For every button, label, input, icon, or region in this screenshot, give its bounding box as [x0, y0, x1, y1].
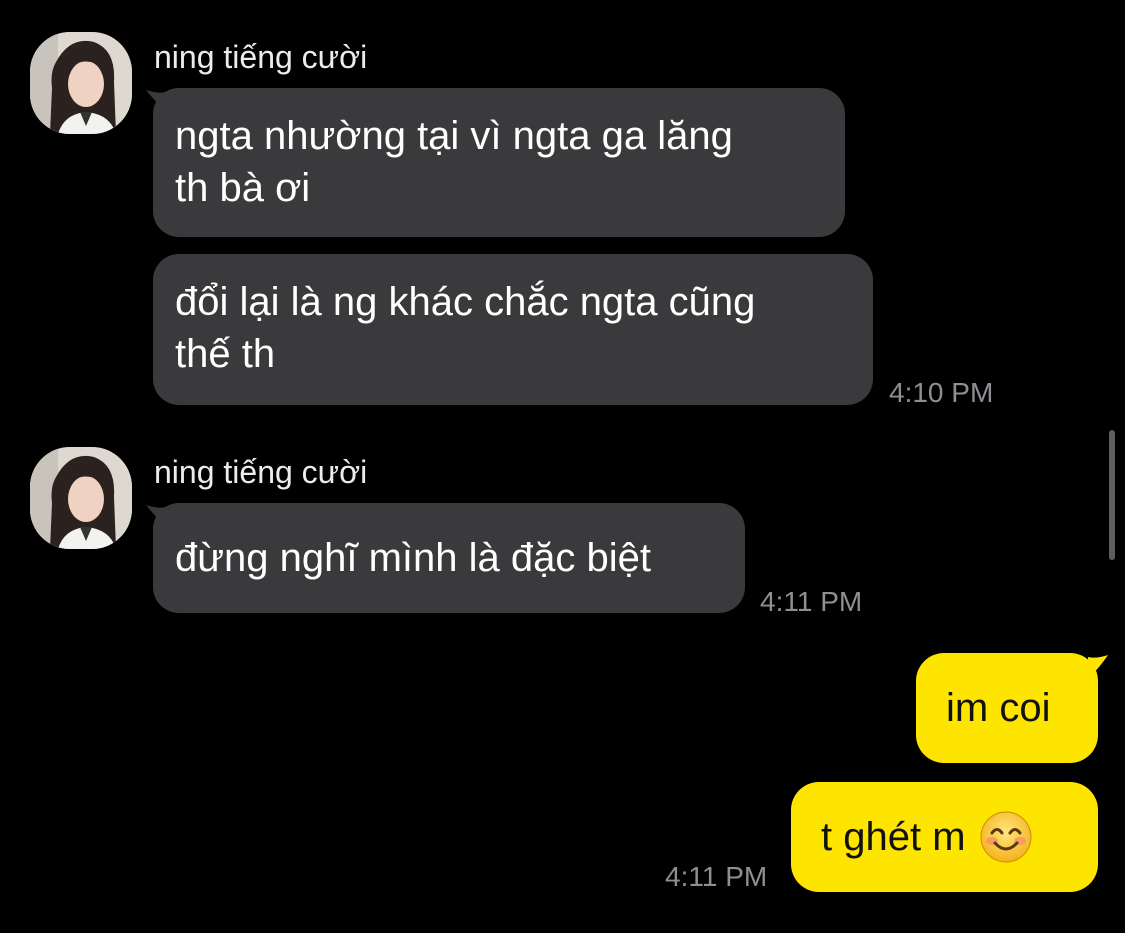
outgoing-message-bubble[interactable]: t ghét m — [791, 782, 1098, 892]
message-text: im coi — [946, 686, 1051, 730]
incoming-message-bubble[interactable]: đổi lại là ng khác chắc ngta cũng thế th — [153, 254, 873, 405]
message-text: th bà ơi — [175, 166, 311, 210]
message-text: t ghét m — [821, 815, 966, 859]
message-timestamp: 4:10 PM — [889, 377, 994, 408]
message-text: đổi lại là ng khác chắc ngta cũng — [175, 280, 756, 324]
sender-avatar[interactable] — [30, 32, 132, 134]
sender-avatar[interactable] — [30, 447, 132, 549]
smiling-face-emoji-icon — [980, 811, 1032, 863]
sender-name: ning tiếng cười — [154, 39, 368, 75]
message-timestamp: 4:11 PM — [665, 861, 768, 892]
message-text: đừng nghĩ mình là đặc biệt — [175, 536, 651, 580]
message-text: ngta nhường tại vì ngta ga lăng — [175, 114, 733, 158]
outgoing-message-bubble[interactable]: im coi — [916, 653, 1098, 763]
message-text: thế th — [175, 332, 276, 376]
incoming-message-bubble[interactable]: ngta nhường tại vì ngta ga lăng th bà ơi — [153, 88, 845, 237]
message-timestamp: 4:11 PM — [760, 586, 863, 617]
sender-name: ning tiếng cười — [154, 454, 368, 490]
scrollbar[interactable] — [1109, 430, 1115, 560]
incoming-message-bubble[interactable]: đừng nghĩ mình là đặc biệt — [153, 503, 745, 613]
